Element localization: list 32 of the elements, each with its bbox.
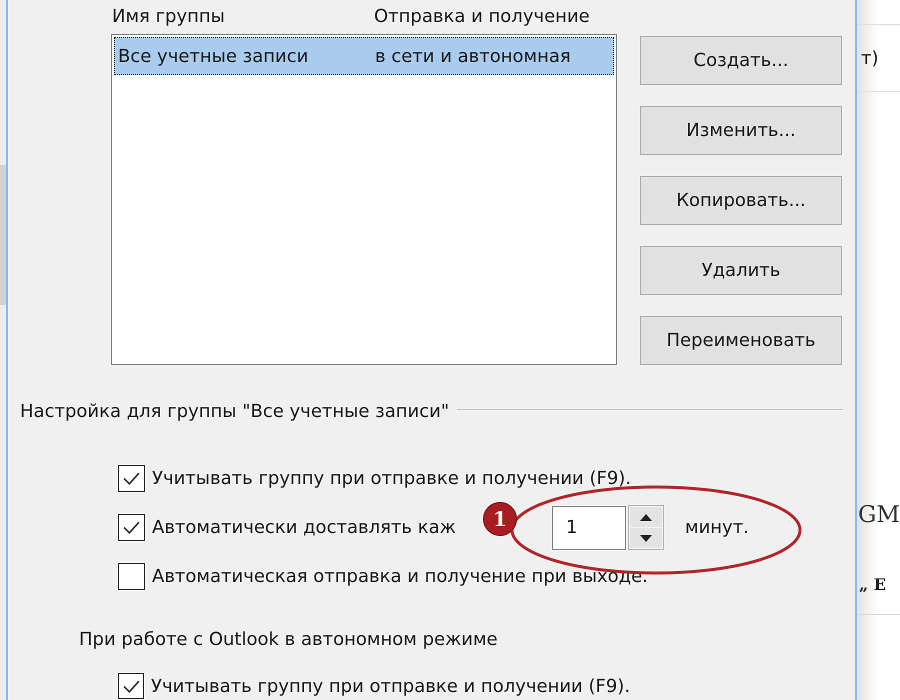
checkbox[interactable] xyxy=(118,465,145,492)
spin-up-button[interactable] xyxy=(630,507,662,527)
background-text: GM xyxy=(858,500,900,530)
copy-button[interactable]: Копировать... xyxy=(640,176,842,225)
section-title: Настройка для группы "Все учетные записи" xyxy=(20,400,450,424)
checkmark-icon xyxy=(123,472,140,485)
checkbox[interactable] xyxy=(118,514,145,541)
list-row[interactable]: Все учетные записи в сети и автономная xyxy=(114,37,614,75)
checkbox[interactable] xyxy=(118,563,145,590)
option-label: Учитывать группу при отправке и получении (F9). xyxy=(152,467,632,491)
spin-down-button[interactable] xyxy=(630,528,662,548)
checkmark-icon xyxy=(123,521,140,534)
list-cell: Все учетные записи xyxy=(118,46,308,66)
background-text: „ Е xyxy=(859,576,886,594)
list-cell-text: в сети и автономная xyxy=(375,44,571,68)
minutes-field[interactable]: 1 xyxy=(552,506,626,550)
delete-button[interactable]: Удалить xyxy=(640,246,842,295)
up-caret-icon xyxy=(640,514,652,520)
down-caret-icon xyxy=(640,534,652,542)
option-label: Учитывать группу при отправке и получении (F9). xyxy=(151,674,630,698)
section-title: При работе с Outlook в автономном режиме xyxy=(79,628,498,652)
create-button[interactable]: Создать... xyxy=(640,36,842,85)
rename-button[interactable]: Переименовать xyxy=(640,316,842,365)
checkbox[interactable] xyxy=(118,673,144,699)
option-label: Автоматически доставлять каж xyxy=(152,516,456,540)
column-header[interactable]: Имя группы xyxy=(112,6,225,27)
group-list[interactable]: Все учетные записи в сети и автономная xyxy=(111,34,617,365)
edit-button[interactable]: Изменить... xyxy=(640,106,842,155)
background-text: т) xyxy=(861,46,879,70)
unit-label: минут. xyxy=(685,516,749,540)
column-header[interactable]: Отправка и получение xyxy=(374,6,590,27)
checkmark-icon xyxy=(122,680,140,692)
